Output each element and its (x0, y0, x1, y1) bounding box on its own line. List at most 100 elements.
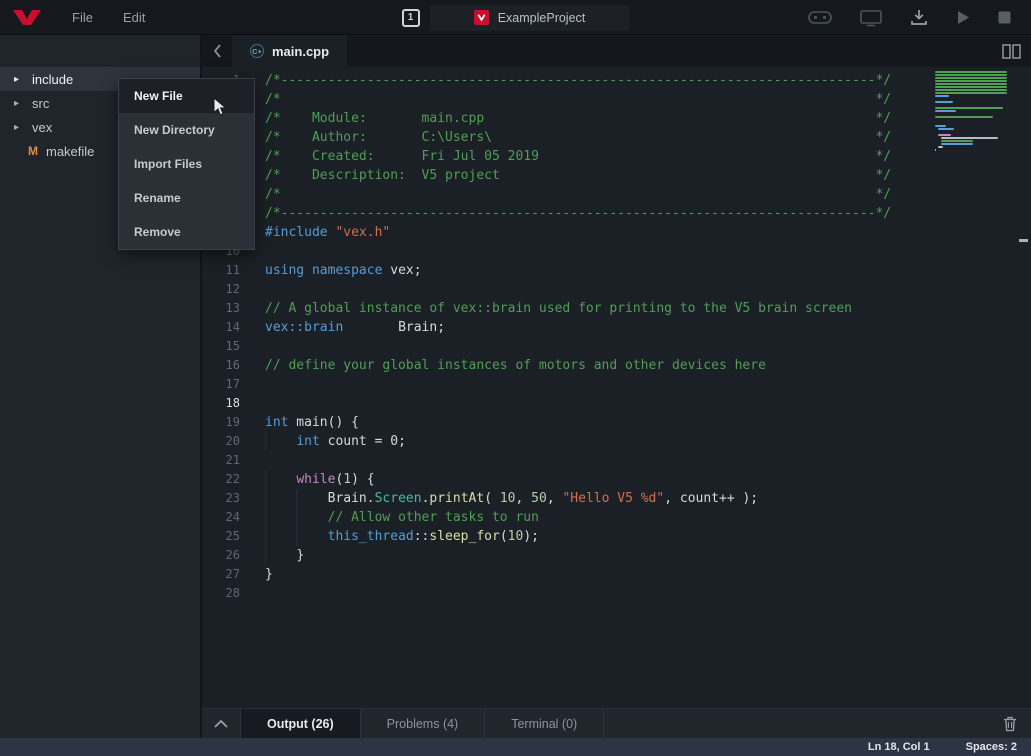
brain-screen-icon[interactable] (860, 9, 882, 27)
minimap-line (935, 119, 1015, 121)
titlebar: File Edit 1 ExampleProject (0, 0, 1031, 35)
code-line[interactable]: 18 (202, 394, 1031, 413)
folder-chevron-icon: ▸ (14, 122, 28, 133)
status-cursor-position[interactable]: Ln 18, Col 1 (868, 741, 930, 753)
line-text: while(1) { (240, 470, 375, 489)
vexcode-window: File Edit 1 ExampleProject (0, 0, 1031, 756)
indent-guide (265, 432, 296, 451)
line-number: 21 (202, 451, 240, 470)
minimap-line (935, 83, 1007, 85)
code-line[interactable]: 6/* Description: V5 project */ (202, 166, 1031, 185)
menu-edit[interactable]: Edit (123, 10, 145, 25)
stop-icon[interactable] (998, 11, 1011, 24)
indent-guide (296, 527, 327, 546)
minimap[interactable] (935, 71, 1015, 155)
panel-tabs: Output (26)Problems (4)Terminal (0) (240, 709, 604, 739)
code-token: vex; (382, 263, 421, 278)
code-token: ) { (351, 472, 374, 487)
code-token: , (516, 491, 532, 506)
slot-badge[interactable]: 1 (402, 9, 420, 27)
code-token: // Allow other tasks to run (328, 510, 539, 525)
code-token: /* */ (265, 92, 891, 107)
play-icon[interactable] (956, 10, 970, 25)
line-number: 14 (202, 318, 240, 337)
line-text: int main() { (240, 413, 359, 432)
panel-tab-problems[interactable]: Problems (4) (360, 709, 485, 739)
code-token: /* Description: V5 project */ (265, 168, 891, 183)
code-line[interactable]: 13// A global instance of vex::brain use… (202, 299, 1031, 318)
minimap-line (935, 110, 956, 112)
code-line[interactable]: 12 (202, 280, 1031, 299)
code-lines: 1/*-------------------------------------… (202, 71, 1031, 603)
code-token: printAt (429, 491, 484, 506)
bottom-panel-bar: Output (26)Problems (4)Terminal (0) (202, 708, 1031, 738)
code-line[interactable]: 7/* */ (202, 185, 1031, 204)
line-text: /*--------------------------------------… (240, 204, 891, 223)
split-editor-icon[interactable] (1002, 44, 1021, 59)
code-editor[interactable]: 1/*-------------------------------------… (202, 67, 1031, 708)
menu-item-import-files[interactable]: Import Files (119, 147, 254, 181)
code-token: 10 (508, 529, 524, 544)
code-line[interactable]: 8/*-------------------------------------… (202, 204, 1031, 223)
code-line[interactable]: 15 (202, 337, 1031, 356)
menu-file[interactable]: File (72, 10, 93, 25)
scrollbar-marker[interactable] (1019, 239, 1028, 242)
code-line[interactable]: 3/* Module: main.cpp */ (202, 109, 1031, 128)
line-text: // Allow other tasks to run (240, 508, 539, 527)
code-line[interactable]: 27} (202, 565, 1031, 584)
minimap-line (935, 101, 953, 103)
code-line[interactable]: 10 (202, 242, 1031, 261)
titlebar-actions (808, 0, 1011, 35)
menu-item-remove[interactable]: Remove (119, 215, 254, 249)
code-line[interactable]: 1/*-------------------------------------… (202, 71, 1031, 90)
code-line[interactable]: 2/* */ (202, 90, 1031, 109)
controller-icon[interactable] (808, 9, 832, 26)
line-text: // A global instance of vex::brain used … (240, 299, 852, 318)
panel-tab-terminal[interactable]: Terminal (0) (484, 709, 604, 739)
code-line[interactable]: 9#include "vex.h" (202, 223, 1031, 242)
project-box[interactable]: ExampleProject (430, 5, 630, 31)
tab-main-cpp[interactable]: C+ main.cpp (232, 35, 347, 67)
line-number: 15 (202, 337, 240, 356)
status-indentation[interactable]: Spaces: 2 (966, 741, 1017, 753)
menu-item-rename[interactable]: Rename (119, 181, 254, 215)
code-line[interactable]: 4/* Author: C:\Users\ */ (202, 128, 1031, 147)
back-button[interactable] (202, 42, 232, 60)
menu-item-new-directory[interactable]: New Directory (119, 113, 254, 147)
code-token: this_thread (328, 529, 414, 544)
line-number: 18 (202, 394, 240, 413)
code-token: /*--------------------------------------… (265, 73, 891, 88)
line-text: /* Description: V5 project */ (240, 166, 891, 185)
code-token: ); (523, 529, 539, 544)
indent-guide (265, 508, 296, 527)
minimap-line (935, 80, 1007, 82)
code-line[interactable]: 25 this_thread::sleep_for(10); (202, 527, 1031, 546)
panel-collapse-icon[interactable] (202, 718, 240, 729)
code-line[interactable]: 23 Brain.Screen.printAt( 10, 50, "Hello … (202, 489, 1031, 508)
line-number: 19 (202, 413, 240, 432)
minimap-line (935, 149, 936, 151)
panel-tab-output[interactable]: Output (26) (240, 709, 360, 739)
code-token: Screen (375, 491, 422, 506)
code-line[interactable]: 21 (202, 451, 1031, 470)
code-line[interactable]: 28 (202, 584, 1031, 603)
code-line[interactable]: 26 } (202, 546, 1031, 565)
project-name: ExampleProject (498, 11, 586, 25)
trash-icon[interactable] (1003, 716, 1017, 732)
minimap-line (935, 86, 1007, 88)
code-line[interactable]: 19int main() { (202, 413, 1031, 432)
code-line[interactable]: 22 while(1) { (202, 470, 1031, 489)
code-token (304, 263, 312, 278)
download-icon[interactable] (910, 9, 928, 26)
line-text: /* Author: C:\Users\ */ (240, 128, 891, 147)
code-line[interactable]: 20 int count = 0; (202, 432, 1031, 451)
line-number: 11 (202, 261, 240, 280)
code-line[interactable]: 11using namespace vex; (202, 261, 1031, 280)
code-line[interactable]: 16// define your global instances of mot… (202, 356, 1031, 375)
code-line[interactable]: 5/* Created: Fri Jul 05 2019 */ (202, 147, 1031, 166)
code-line[interactable]: 14vex::brain Brain; (202, 318, 1031, 337)
code-line[interactable]: 24 // Allow other tasks to run (202, 508, 1031, 527)
indent-guide (296, 489, 327, 508)
menu-item-new-file[interactable]: New File (119, 79, 254, 113)
code-line[interactable]: 17 (202, 375, 1031, 394)
